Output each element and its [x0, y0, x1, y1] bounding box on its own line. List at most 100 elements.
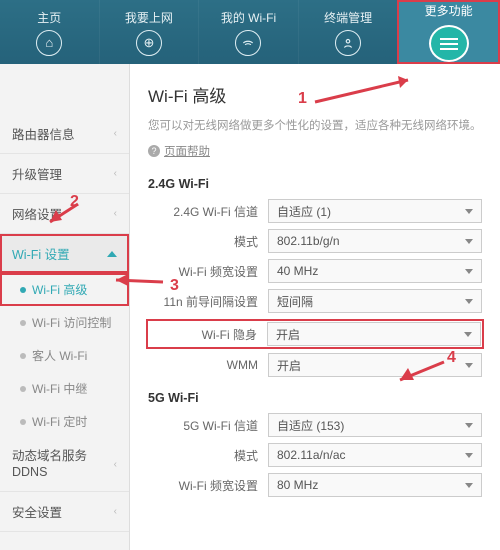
select-guard[interactable]: 短间隔 — [268, 289, 482, 313]
select-value: 开启 — [277, 357, 301, 374]
hamburger-icon — [429, 25, 469, 62]
select-value: 40 MHz — [277, 264, 318, 278]
chevron-left-icon: ‹ — [114, 506, 117, 517]
sidebar-label: 路由器信息 — [12, 124, 75, 143]
sidebar-label: Wi-Fi 设置 — [12, 244, 70, 263]
row-mode-5: 模式 802.11a/n/ac — [148, 443, 482, 467]
sidebar-item-ddns[interactable]: 动态域名服务 DDNS ‹ — [0, 438, 129, 492]
sidebar-sub-wifi-access[interactable]: Wi-Fi 访问控制 — [0, 306, 129, 339]
select-channel-5[interactable]: 自适应 (153) — [268, 413, 482, 437]
select-mode-5[interactable]: 802.11a/n/ac — [268, 443, 482, 467]
sidebar: 路由器信息 ‹ 升级管理 ‹ 网络设置 ‹ Wi-Fi 设置 Wi-Fi 高级 Wi-… — [0, 64, 130, 550]
chevron-down-icon — [465, 239, 473, 244]
nav-more[interactable]: 更多功能 — [397, 0, 500, 64]
top-nav: 主页 ⌂ 我要上网 ⊕ 我的 Wi-Fi 终端管理 更多功能 — [0, 0, 500, 64]
sidebar-item-upgrade[interactable]: 升级管理 ‹ — [0, 154, 129, 194]
nav-internet-label: 我要上网 — [125, 9, 173, 26]
chevron-left-icon: ‹ — [114, 128, 117, 139]
dot-icon — [20, 320, 26, 326]
label-channel-5: 5G Wi-Fi 信道 — [148, 417, 268, 434]
nav-devices[interactable]: 终端管理 — [298, 0, 398, 64]
chevron-left-icon: ‹ — [114, 208, 117, 219]
label-mode: 模式 — [148, 233, 268, 250]
select-value: 802.11a/n/ac — [277, 448, 346, 462]
help-label: 页面帮助 — [164, 143, 210, 159]
select-wmm[interactable]: 开启 — [268, 353, 482, 377]
select-value: 自适应 (1) — [277, 203, 331, 220]
nav-devices-label: 终端管理 — [324, 9, 372, 26]
label-hidden: Wi-Fi 隐身 — [149, 326, 267, 343]
chevron-down-icon — [465, 363, 473, 368]
page-help-link[interactable]: ? 页面帮助 — [148, 143, 482, 159]
nav-home[interactable]: 主页 ⌂ — [0, 0, 99, 64]
select-hidden[interactable]: 开启 — [267, 322, 481, 346]
select-bandwidth-5[interactable]: 80 MHz — [268, 473, 482, 497]
nav-wifi[interactable]: 我的 Wi-Fi — [198, 0, 298, 64]
row-bandwidth-5: Wi-Fi 频宽设置 80 MHz — [148, 473, 482, 497]
section-5g-title: 5G Wi-Fi — [148, 391, 482, 405]
select-channel-24[interactable]: 自适应 (1) — [268, 199, 482, 223]
nav-more-label: 更多功能 — [425, 2, 473, 19]
sidebar-label: 安全设置 — [12, 502, 62, 521]
select-value: 开启 — [276, 326, 300, 343]
sidebar-sub-label: Wi-Fi 高级 — [32, 281, 87, 298]
row-channel-24: 2.4G Wi-Fi 信道 自适应 (1) — [148, 199, 482, 223]
dot-icon — [20, 386, 26, 392]
chevron-down-icon — [465, 453, 473, 458]
row-mode-24: 模式 802.11b/g/n — [148, 229, 482, 253]
sidebar-sub-wifi-advanced[interactable]: Wi-Fi 高级 — [0, 273, 129, 306]
sidebar-sub-wifi-timer[interactable]: Wi-Fi 定时 — [0, 405, 129, 438]
nav-wifi-label: 我的 Wi-Fi — [221, 9, 276, 26]
chevron-down-icon — [465, 209, 473, 214]
sidebar-sub-label: Wi-Fi 中继 — [32, 380, 87, 397]
sidebar-item-security[interactable]: 安全设置 ‹ — [0, 492, 129, 532]
sidebar-sub-label: 客人 Wi-Fi — [32, 347, 87, 364]
chevron-up-icon — [107, 251, 117, 257]
sidebar-sub-wifi-repeater[interactable]: Wi-Fi 中继 — [0, 372, 129, 405]
row-hidden: Wi-Fi 隐身 开启 — [146, 319, 484, 349]
section-24g-title: 2.4G Wi-Fi — [148, 177, 482, 191]
sidebar-item-network[interactable]: 网络设置 ‹ — [0, 194, 129, 234]
chevron-left-icon: ‹ — [114, 168, 117, 179]
chevron-down-icon — [465, 299, 473, 304]
nav-internet[interactable]: 我要上网 ⊕ — [99, 0, 199, 64]
label-guard: 11n 前导间隔设置 — [148, 293, 268, 310]
select-mode-24[interactable]: 802.11b/g/n — [268, 229, 482, 253]
row-channel-5: 5G Wi-Fi 信道 自适应 (153) — [148, 413, 482, 437]
sidebar-label: 升级管理 — [12, 164, 62, 183]
content-pane: Wi-Fi 高级 您可以对无线网络做更多个性化的设置，适应各种无线网络环境。 ?… — [130, 64, 500, 550]
wifi-icon — [235, 30, 261, 56]
sidebar-item-router-info[interactable]: 路由器信息 ‹ — [0, 114, 129, 154]
globe-icon: ⊕ — [136, 30, 162, 56]
sidebar-item-wifi-settings[interactable]: Wi-Fi 设置 — [0, 234, 129, 273]
chevron-left-icon: ‹ — [114, 458, 117, 471]
label-bandwidth: Wi-Fi 频宽设置 — [148, 263, 268, 280]
select-bandwidth-24[interactable]: 40 MHz — [268, 259, 482, 283]
label-wmm: WMM — [148, 358, 268, 372]
user-icon — [335, 30, 361, 56]
chevron-down-icon — [465, 423, 473, 428]
sidebar-label: 网络设置 — [12, 204, 62, 223]
chevron-down-icon — [464, 332, 472, 337]
select-value: 80 MHz — [277, 478, 318, 492]
label-mode-5: 模式 — [148, 447, 268, 464]
row-wmm: WMM 开启 — [148, 353, 482, 377]
label-bandwidth-5: Wi-Fi 频宽设置 — [148, 477, 268, 494]
dot-icon — [20, 419, 26, 425]
sidebar-sub-guest-wifi[interactable]: 客人 Wi-Fi — [0, 339, 129, 372]
dot-icon — [20, 353, 26, 359]
home-icon: ⌂ — [36, 30, 62, 56]
select-value: 自适应 (153) — [277, 417, 344, 434]
label-channel-24: 2.4G Wi-Fi 信道 — [148, 203, 268, 220]
row-bandwidth-24: Wi-Fi 频宽设置 40 MHz — [148, 259, 482, 283]
chevron-down-icon — [465, 269, 473, 274]
sidebar-label: 动态域名服务 DDNS — [12, 448, 87, 481]
select-value: 短间隔 — [277, 293, 313, 310]
sidebar-sub-label: Wi-Fi 定时 — [32, 413, 87, 430]
select-value: 802.11b/g/n — [277, 234, 340, 248]
sidebar-sub-label: Wi-Fi 访问控制 — [32, 314, 111, 331]
row-guard: 11n 前导间隔设置 短间隔 — [148, 289, 482, 313]
chevron-down-icon — [465, 483, 473, 488]
nav-home-label: 主页 — [37, 9, 61, 26]
help-icon: ? — [148, 145, 160, 157]
